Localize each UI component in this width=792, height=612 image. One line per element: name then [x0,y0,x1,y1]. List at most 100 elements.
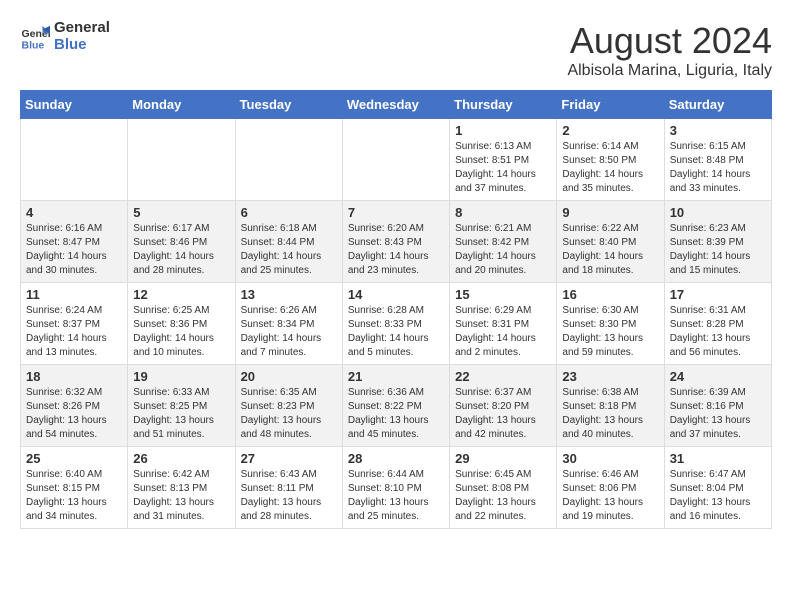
day-info: Sunrise: 6:32 AM Sunset: 8:26 PM Dayligh… [26,386,122,442]
weekday-header-friday: Friday [557,91,664,119]
calendar-day-cell: 26 Sunrise: 6:42 AM Sunset: 8:13 PM Dayli… [128,447,235,529]
day-info: Sunrise: 6:14 AM Sunset: 8:50 PM Dayligh… [562,140,658,196]
svg-text:Blue: Blue [22,39,45,51]
weekday-header-thursday: Thursday [450,91,557,119]
empty-day-cell [128,119,235,201]
day-info: Sunrise: 6:21 AM Sunset: 8:42 PM Dayligh… [455,222,551,278]
day-info: Sunrise: 6:39 AM Sunset: 8:16 PM Dayligh… [670,386,766,442]
day-number: 8 [455,205,551,220]
day-number: 30 [562,451,658,466]
calendar-day-cell: 11Sunrise: 6:24 AM Sunset: 8:37 PM Dayli… [21,283,128,365]
day-number: 6 [241,205,337,220]
day-info: Sunrise: 6:44 AM Sunset: 8:10 PM Dayligh… [348,468,444,524]
location: Albisola Marina, Liguria, Italy [567,62,772,80]
calendar-day-cell: 6 Sunrise: 6:18 AM Sunset: 8:44 PM Daylig… [235,201,342,283]
calendar-day-cell: 14 Sunrise: 6:28 AM Sunset: 8:33 PM Dayli… [342,283,449,365]
calendar-day-cell: 5Sunrise: 6:17 AM Sunset: 8:46 PM Daylig… [128,201,235,283]
calendar-day-cell: 13 Sunrise: 6:26 AM Sunset: 8:34 PM Dayli… [235,283,342,365]
weekday-header-tuesday: Tuesday [235,91,342,119]
calendar-week-row: 25Sunrise: 6:40 AM Sunset: 8:15 PM Dayli… [21,447,772,529]
logo-icon: General Blue [20,22,50,52]
day-number: 21 [348,369,444,384]
day-number: 16 [562,287,658,302]
empty-day-cell [342,119,449,201]
day-number: 22 [455,369,551,384]
calendar-day-cell: 16 Sunrise: 6:30 AM Sunset: 8:30 PM Dayli… [557,283,664,365]
day-info: Sunrise: 6:15 AM Sunset: 8:48 PM Dayligh… [670,140,766,196]
weekday-header-row: SundayMondayTuesdayWednesdayThursdayFrid… [21,91,772,119]
calendar-day-cell: 27Sunrise: 6:43 AM Sunset: 8:11 PM Dayli… [235,447,342,529]
day-info: Sunrise: 6:28 AM Sunset: 8:33 PM Dayligh… [348,304,444,360]
calendar-day-cell: 4 Sunrise: 6:16 AM Sunset: 8:47 PM Daylig… [21,201,128,283]
day-info: Sunrise: 6:22 AM Sunset: 8:40 PM Dayligh… [562,222,658,278]
calendar-table: SundayMondayTuesdayWednesdayThursdayFrid… [20,90,772,529]
calendar-day-cell: 17Sunrise: 6:31 AM Sunset: 8:28 PM Dayli… [664,283,771,365]
calendar-day-cell: 21Sunrise: 6:36 AM Sunset: 8:22 PM Dayli… [342,365,449,447]
day-number: 9 [562,205,658,220]
calendar-week-row: 1 Sunrise: 6:13 AM Sunset: 8:51 PM Daylig… [21,119,772,201]
title-block: August 2024 Albisola Marina, Liguria, It… [567,20,772,80]
calendar-day-cell: 30Sunrise: 6:46 AM Sunset: 8:06 PM Dayli… [557,447,664,529]
day-number: 31 [670,451,766,466]
day-number: 18 [26,369,122,384]
calendar-day-cell: 8 Sunrise: 6:21 AM Sunset: 8:42 PM Daylig… [450,201,557,283]
day-info: Sunrise: 6:45 AM Sunset: 8:08 PM Dayligh… [455,468,551,524]
calendar-day-cell: 25Sunrise: 6:40 AM Sunset: 8:15 PM Dayli… [21,447,128,529]
day-info: Sunrise: 6:37 AM Sunset: 8:20 PM Dayligh… [455,386,551,442]
weekday-header-monday: Monday [128,91,235,119]
day-info: Sunrise: 6:29 AM Sunset: 8:31 PM Dayligh… [455,304,551,360]
day-number: 28 [348,451,444,466]
day-info: Sunrise: 6:13 AM Sunset: 8:51 PM Dayligh… [455,140,551,196]
day-info: Sunrise: 6:18 AM Sunset: 8:44 PM Dayligh… [241,222,337,278]
calendar-day-cell: 22 Sunrise: 6:37 AM Sunset: 8:20 PM Dayli… [450,365,557,447]
day-number: 4 [26,205,122,220]
logo-line2: Blue [54,37,110,54]
day-number: 3 [670,123,766,138]
day-info: Sunrise: 6:35 AM Sunset: 8:23 PM Dayligh… [241,386,337,442]
calendar-day-cell: 20Sunrise: 6:35 AM Sunset: 8:23 PM Dayli… [235,365,342,447]
day-info: Sunrise: 6:38 AM Sunset: 8:18 PM Dayligh… [562,386,658,442]
day-number: 2 [562,123,658,138]
day-info: Sunrise: 6:20 AM Sunset: 8:43 PM Dayligh… [348,222,444,278]
day-number: 13 [241,287,337,302]
calendar-day-cell: 3 Sunrise: 6:15 AM Sunset: 8:48 PM Daylig… [664,119,771,201]
day-info: Sunrise: 6:23 AM Sunset: 8:39 PM Dayligh… [670,222,766,278]
day-number: 23 [562,369,658,384]
day-info: Sunrise: 6:31 AM Sunset: 8:28 PM Dayligh… [670,304,766,360]
calendar-day-cell: 24Sunrise: 6:39 AM Sunset: 8:16 PM Dayli… [664,365,771,447]
calendar-day-cell: 18 Sunrise: 6:32 AM Sunset: 8:26 PM Dayli… [21,365,128,447]
day-number: 15 [455,287,551,302]
day-info: Sunrise: 6:16 AM Sunset: 8:47 PM Dayligh… [26,222,122,278]
day-number: 29 [455,451,551,466]
calendar-day-cell: 28 Sunrise: 6:44 AM Sunset: 8:10 PM Dayli… [342,447,449,529]
page-header: General Blue General Blue August 2024 Al… [20,20,772,80]
calendar-day-cell: 12 Sunrise: 6:25 AM Sunset: 8:36 PM Dayli… [128,283,235,365]
logo-line1: General [54,20,110,37]
day-info: Sunrise: 6:42 AM Sunset: 8:13 PM Dayligh… [133,468,229,524]
day-number: 26 [133,451,229,466]
calendar-day-cell: 15 Sunrise: 6:29 AM Sunset: 8:31 PM Dayli… [450,283,557,365]
calendar-day-cell: 31 Sunrise: 6:47 AM Sunset: 8:04 PM Dayli… [664,447,771,529]
calendar-day-cell: 9 Sunrise: 6:22 AM Sunset: 8:40 PM Daylig… [557,201,664,283]
day-info: Sunrise: 6:47 AM Sunset: 8:04 PM Dayligh… [670,468,766,524]
calendar-day-cell: 23 Sunrise: 6:38 AM Sunset: 8:18 PM Dayli… [557,365,664,447]
day-number: 14 [348,287,444,302]
weekday-header-wednesday: Wednesday [342,91,449,119]
weekday-header-saturday: Saturday [664,91,771,119]
empty-day-cell [235,119,342,201]
calendar-day-cell: 29 Sunrise: 6:45 AM Sunset: 8:08 PM Dayli… [450,447,557,529]
day-info: Sunrise: 6:30 AM Sunset: 8:30 PM Dayligh… [562,304,658,360]
weekday-header-sunday: Sunday [21,91,128,119]
logo: General Blue General Blue [20,20,110,53]
day-number: 25 [26,451,122,466]
day-number: 11 [26,287,122,302]
day-info: Sunrise: 6:25 AM Sunset: 8:36 PM Dayligh… [133,304,229,360]
day-info: Sunrise: 6:33 AM Sunset: 8:25 PM Dayligh… [133,386,229,442]
day-info: Sunrise: 6:43 AM Sunset: 8:11 PM Dayligh… [241,468,337,524]
day-info: Sunrise: 6:26 AM Sunset: 8:34 PM Dayligh… [241,304,337,360]
day-number: 12 [133,287,229,302]
calendar-week-row: 4 Sunrise: 6:16 AM Sunset: 8:47 PM Daylig… [21,201,772,283]
day-number: 7 [348,205,444,220]
day-number: 1 [455,123,551,138]
day-number: 10 [670,205,766,220]
